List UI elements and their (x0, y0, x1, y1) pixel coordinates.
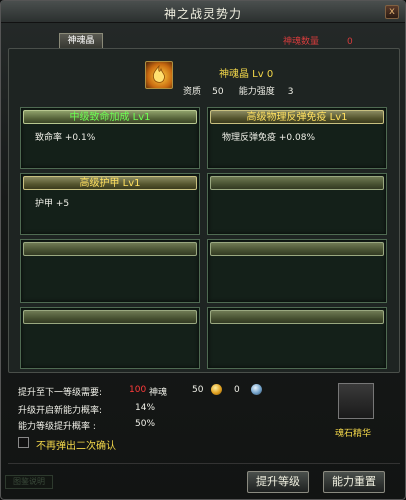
ability-slot-4[interactable] (207, 173, 387, 235)
ability-slot-1-title: 中级致命加成 Lv1 (23, 110, 197, 124)
ability-slot-3[interactable]: 高级护甲 Lv1 护甲 +5 (20, 173, 200, 235)
no-confirm-checkbox[interactable] (18, 437, 29, 448)
title-bar: 神之战灵势力 x (1, 1, 405, 23)
item-name: 神魂晶 Lv 0 (219, 69, 274, 80)
ability-slot-1[interactable]: 中级致命加成 Lv1 致命率 +0.1% (20, 107, 200, 169)
flame-crystal-icon[interactable] (145, 61, 173, 89)
new-ability-value: 14% (135, 403, 156, 413)
level-up-label: 能力等级提升概率 : (18, 422, 96, 432)
ability-slot-6[interactable] (207, 239, 387, 303)
ability-slot-6-title (210, 242, 384, 256)
window-title: 神之战灵势力 (163, 7, 242, 21)
ability-slot-8[interactable] (207, 307, 387, 369)
ability-slot-3-title: 高级护甲 Lv1 (23, 176, 197, 190)
strength-value: 3 (287, 87, 294, 97)
tab-soul-crystal[interactable]: 神魂晶 (59, 33, 103, 49)
ability-slot-8-title (210, 310, 384, 324)
ability-slot-7-title (23, 310, 197, 324)
new-ability-label: 升级开启新能力概率: (18, 406, 103, 416)
ability-slot-7[interactable] (20, 307, 200, 369)
level-up-value: 50% (135, 419, 156, 429)
strength-label: 能力强度 (238, 87, 275, 97)
essence-label: 魂石精华 (335, 429, 372, 439)
gold-amount: 50 (192, 385, 204, 395)
upgrade-cost-unit: 神魂 (149, 388, 168, 398)
gold-coin-icon (211, 384, 222, 395)
ability-slot-2[interactable]: 高级物理反弹免疫 Lv1 物理反弹免疫 +0.08% (207, 107, 387, 169)
upgrade-cost-label: 提升至下一等级需要: (18, 388, 103, 398)
no-confirm-label: 不再弹出二次确认 (36, 441, 116, 452)
quality-row: 资质 50 能力强度 3 (183, 84, 304, 97)
essence-slot[interactable] (338, 383, 374, 419)
ability-slot-3-text: 护甲 +5 (35, 199, 70, 209)
reset-button[interactable]: 能力重置 (323, 471, 385, 493)
soul-count-label: 神魂数量 (283, 37, 320, 47)
upgrade-cost-value: 100 (129, 385, 147, 395)
silver-amount: 0 (234, 385, 240, 395)
footer-divider (8, 463, 400, 464)
soul-count-value: 0 (347, 37, 353, 47)
soul-count: 神魂数量 0 (283, 34, 353, 47)
game-window: 神之战灵势力 x 神魂晶 神魂数量 0 神魂晶 Lv 0 资质 50 能力强度 3… (0, 0, 406, 500)
silver-coin-icon (251, 384, 262, 395)
ability-slot-2-title: 高级物理反弹免疫 Lv1 (210, 110, 384, 124)
close-button[interactable]: x (385, 5, 399, 19)
ability-slot-4-title (210, 176, 384, 190)
flame-shape (152, 65, 165, 83)
ability-slot-5[interactable] (20, 239, 200, 303)
quality-label: 资质 (183, 87, 202, 97)
quality-value: 50 (212, 87, 224, 97)
ability-slot-2-text: 物理反弹免疫 +0.08% (222, 133, 315, 143)
ability-slot-5-title (23, 242, 197, 256)
guide-button[interactable]: 图鉴说明 (5, 475, 53, 489)
upgrade-button[interactable]: 提升等级 (247, 471, 309, 493)
ability-slot-1-text: 致命率 +0.1% (35, 133, 96, 143)
